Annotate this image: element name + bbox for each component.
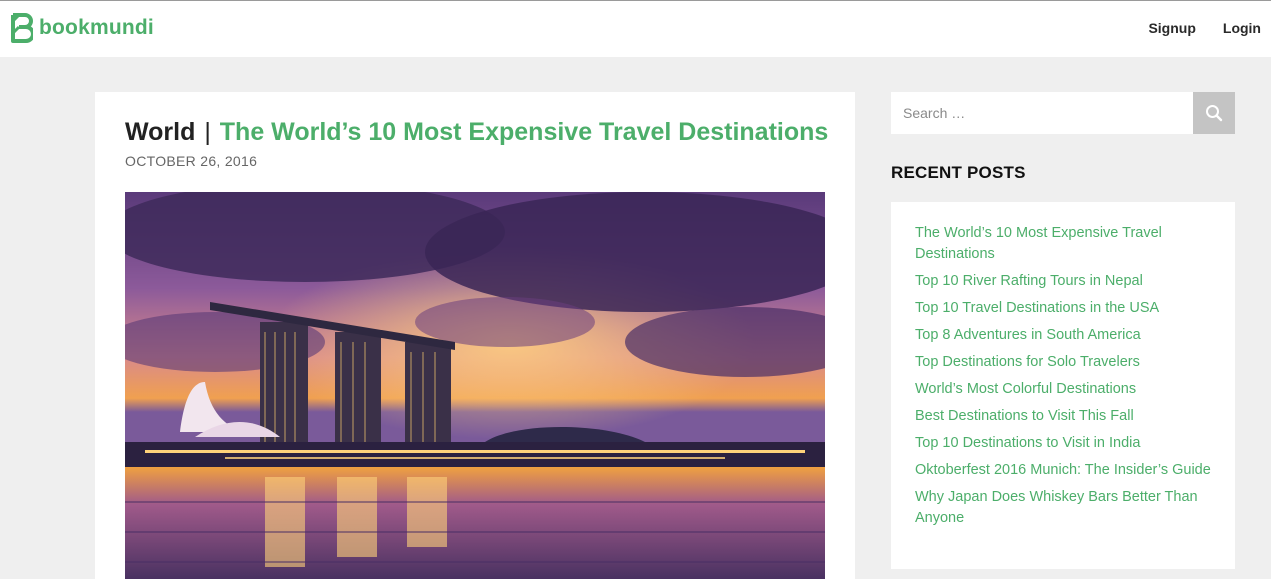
title-separator: | <box>204 118 211 146</box>
brand-logo[interactable]: bookmundi <box>11 13 154 43</box>
list-item: Top 10 River Rafting Tours in Nepal <box>915 271 1211 292</box>
recent-posts-heading: RECENT POSTS <box>891 163 1026 182</box>
recent-post-link[interactable]: Top 10 Destinations to Visit in India <box>915 433 1211 454</box>
search-button[interactable] <box>1193 92 1235 134</box>
article-date: OCTOBER 26, 2016 <box>125 153 258 169</box>
list-item: Top 8 Adventures in South America <box>915 325 1211 346</box>
hero-image <box>125 192 825 579</box>
recent-post-link[interactable]: Why Japan Does Whiskey Bars Better Than … <box>915 487 1211 529</box>
search-form <box>891 92 1235 134</box>
list-item: Best Destinations to Visit This Fall <box>915 406 1211 427</box>
recent-post-link[interactable]: The World’s 10 Most Expensive Travel Des… <box>915 223 1211 265</box>
list-item: Top 10 Travel Destinations in the USA <box>915 298 1211 319</box>
list-item: Why Japan Does Whiskey Bars Better Than … <box>915 487 1211 529</box>
recent-post-link[interactable]: Top 10 River Rafting Tours in Nepal <box>915 271 1211 292</box>
login-link[interactable]: Login <box>1223 19 1261 37</box>
list-item: World’s Most Colorful Destinations <box>915 379 1211 400</box>
header-nav: Signup Login <box>1121 19 1261 37</box>
recent-post-link[interactable]: Best Destinations to Visit This Fall <box>915 406 1211 427</box>
search-input[interactable] <box>891 92 1193 134</box>
search-icon <box>1206 105 1223 122</box>
recent-post-link[interactable]: World’s Most Colorful Destinations <box>915 379 1211 400</box>
recent-posts-panel: The World’s 10 Most Expensive Travel Des… <box>891 202 1235 569</box>
list-item: Top Destinations for Solo Travelers <box>915 352 1211 373</box>
site-header: bookmundi Signup Login <box>0 1 1271 57</box>
recent-post-link[interactable]: Top 10 Travel Destinations in the USA <box>915 298 1211 319</box>
bookmundi-logo-icon <box>11 13 33 43</box>
article-card: World | The World’s 10 Most Expensive Tr… <box>95 92 855 579</box>
recent-post-link[interactable]: Top 8 Adventures in South America <box>915 325 1211 346</box>
recent-posts-list: The World’s 10 Most Expensive Travel Des… <box>915 223 1211 529</box>
article-title: World | The World’s 10 Most Expensive Tr… <box>125 117 828 147</box>
list-item: Top 10 Destinations to Visit in India <box>915 433 1211 454</box>
skyline-photo <box>125 192 825 579</box>
article-category[interactable]: World <box>125 118 195 146</box>
recent-post-link[interactable]: Top Destinations for Solo Travelers <box>915 352 1211 373</box>
recent-post-link[interactable]: Oktoberfest 2016 Munich: The Insider’s G… <box>915 460 1211 481</box>
list-item: The World’s 10 Most Expensive Travel Des… <box>915 223 1211 265</box>
brand-name: bookmundi <box>39 16 154 39</box>
signup-link[interactable]: Signup <box>1148 19 1195 37</box>
article-title-text[interactable]: The World’s 10 Most Expensive Travel Des… <box>220 118 829 146</box>
list-item: Oktoberfest 2016 Munich: The Insider’s G… <box>915 460 1211 481</box>
